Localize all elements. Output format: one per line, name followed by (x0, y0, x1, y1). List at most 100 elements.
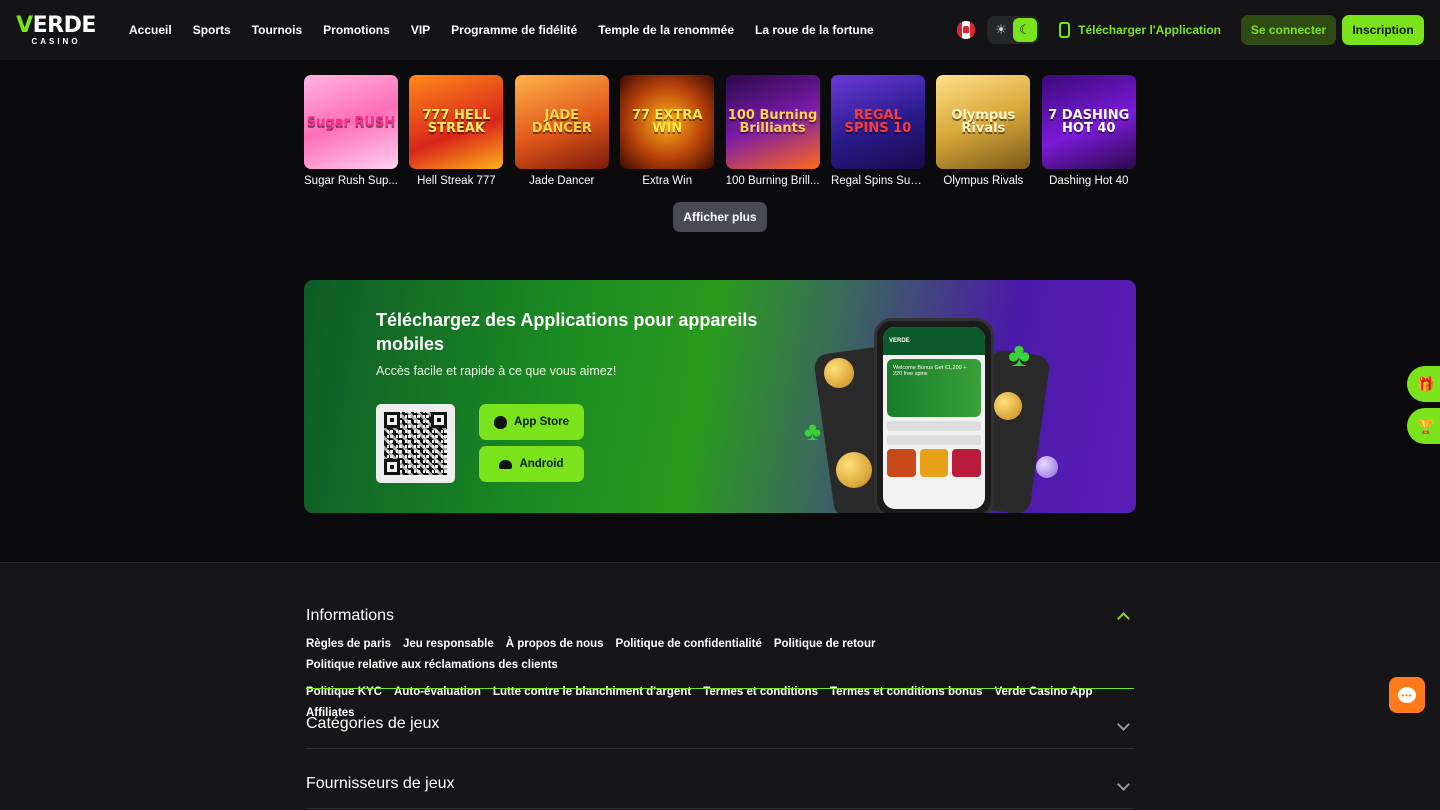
footer-game-categories[interactable]: Catégories de jeux (306, 715, 1134, 733)
divider (306, 808, 1134, 809)
clover-icon: ♣ (1008, 336, 1031, 374)
game-thumbnail[interactable]: 77 EXTRA WIN (620, 75, 715, 169)
app-store-label: App Store (514, 416, 569, 428)
coin-decoration (994, 392, 1022, 420)
chevron-up-icon[interactable] (1117, 612, 1130, 625)
game-thumbnail[interactable]: 777 HELL STREAK (409, 75, 504, 169)
gift-icon: 🎁 (1417, 375, 1435, 392)
game-name: Hell Streak 777 (417, 175, 496, 187)
nav-sports[interactable]: Sports (193, 23, 231, 37)
footer-informations: Informations Règles de paris Jeu responsa… (306, 607, 1134, 721)
footer: Informations Règles de paris Jeu responsa… (0, 562, 1440, 810)
banner-subtitle: Accès facile et rapide à ce que vous aim… (376, 364, 617, 378)
game-card[interactable]: 777 HELL STREAK Hell Streak 777 (409, 75, 504, 187)
verde-casino-logo[interactable]: VERDE CASINO (16, 12, 97, 46)
game-card[interactable]: 7 DASHING HOT 40 Dashing Hot 40 (1041, 75, 1136, 187)
game-name: Regal Spins Sun ... (830, 175, 925, 187)
footer-link[interactable]: Politique de retour (774, 637, 876, 652)
android-label: Android (519, 458, 564, 470)
game-name: Jade Dancer (529, 175, 595, 187)
logo-text: ERDE (32, 12, 97, 38)
informations-links: Règles de paris Jeu responsable À propos d… (306, 637, 1134, 721)
mobile-app-banner: Téléchargez des Applications pour appare… (304, 280, 1136, 513)
header-actions: ☀ ☾ Télécharger l'Application Se connect… (957, 15, 1424, 45)
nav-wheel-of-fortune[interactable]: La roue de la fortune (755, 23, 874, 37)
game-thumbnail[interactable]: REGAL SPINS 10 (830, 75, 925, 169)
games-row: Sugar RUSH Sugar Rush Sup... 777 HELL STRE… (304, 75, 1136, 187)
game-card[interactable]: REGAL SPINS 10 Regal Spins Sun ... (830, 75, 925, 187)
nav-loyalty[interactable]: Programme de fidélité (451, 23, 577, 37)
divider (306, 688, 1134, 689)
banner-title: Téléchargez des Applications pour appare… (376, 310, 758, 354)
game-name: Extra Win (642, 175, 693, 187)
android-button[interactable]: Android (479, 446, 584, 482)
nav-promotions[interactable]: Promotions (323, 23, 390, 37)
nav-vip[interactable]: VIP (411, 23, 430, 37)
nav-accueil[interactable]: Accueil (129, 23, 172, 37)
game-thumbnail[interactable]: 100 Burning Brilliants (725, 75, 820, 169)
game-card[interactable]: JADE DANCER Jade Dancer (514, 75, 609, 187)
nav-tournois[interactable]: Tournois (252, 23, 302, 37)
nav-hall-of-fame[interactable]: Temple de la renommée (598, 23, 734, 37)
register-button[interactable]: Inscription (1342, 15, 1424, 45)
game-art-title: 777 HELL STREAK (422, 108, 491, 136)
footer-link[interactable]: Règles de paris (306, 637, 391, 652)
page: VERDE CASINO Accueil Sports Tournois Pro… (0, 0, 1440, 810)
chevron-down-icon[interactable] (1117, 777, 1130, 791)
game-art-title: JADE DANCER (531, 108, 592, 136)
game-art-title: REGAL SPINS 10 (844, 108, 912, 136)
phone-icon (1059, 22, 1071, 38)
footer-link[interactable]: À propos de nous (506, 637, 604, 652)
footer-game-providers[interactable]: Fournisseurs de jeux (306, 775, 1134, 793)
game-card[interactable]: 100 Burning Brilliants 100 Burning Brill.… (725, 75, 820, 187)
login-button[interactable]: Se connecter (1241, 15, 1336, 45)
chat-button[interactable]: ••• (1389, 677, 1425, 713)
theme-toggle[interactable]: ☀ ☾ (987, 16, 1040, 44)
game-art-title: Sugar RUSH (306, 114, 396, 130)
footer-link[interactable]: Jeu responsable (403, 637, 494, 652)
logo-subtext: CASINO (31, 36, 81, 46)
app-store-button[interactable]: App Store (479, 404, 584, 440)
game-card[interactable]: Olympus Rivals Olympus Rivals (936, 75, 1031, 187)
game-art-title: 7 DASHING HOT 40 (1048, 108, 1130, 136)
game-card[interactable]: Sugar RUSH Sugar Rush Sup... (304, 75, 398, 187)
qr-code (376, 404, 455, 483)
phone-screen-header: VERDE (883, 327, 985, 355)
trophy-widget[interactable]: 🏆 (1407, 408, 1440, 444)
coin-decoration (836, 452, 872, 488)
trophy-icon: 🏆 (1417, 417, 1435, 434)
game-name: Olympus Rivals (943, 175, 1024, 187)
informations-header[interactable]: Informations (306, 607, 1134, 625)
download-app-link[interactable]: Télécharger l'Application (1059, 22, 1221, 38)
download-app-label: Télécharger l'Application (1078, 23, 1221, 37)
moon-icon[interactable]: ☾ (1013, 18, 1038, 42)
game-thumbnail[interactable]: JADE DANCER (514, 75, 609, 169)
coin-decoration (824, 358, 854, 388)
game-thumbnail[interactable]: 7 DASHING HOT 40 (1041, 75, 1136, 169)
game-thumbnail[interactable]: Olympus Rivals (936, 75, 1031, 169)
logo-letter-v: V (16, 12, 33, 38)
game-name: Sugar Rush Sup... (304, 175, 398, 187)
chat-icon: ••• (1398, 687, 1416, 703)
game-name: 100 Burning Brill... (725, 175, 820, 187)
top-header: VERDE CASINO Accueil Sports Tournois Pro… (0, 0, 1440, 60)
chevron-down-icon[interactable] (1117, 717, 1130, 731)
apple-icon (494, 415, 508, 429)
main-nav: Accueil Sports Tournois Promotions VIP P… (129, 23, 874, 37)
game-art-title: 100 Burning Brilliants (727, 108, 818, 136)
phone-screen-bonus: Welcome Bonus Get €1,200 + 220 free spin… (887, 359, 981, 417)
coin-decoration (1036, 456, 1058, 478)
game-categories-title: Catégories de jeux (306, 715, 440, 732)
show-more-button[interactable]: Afficher plus (673, 202, 767, 232)
footer-link[interactable]: Politique de confidentialité (616, 637, 762, 652)
game-thumbnail[interactable]: Sugar RUSH (304, 75, 398, 169)
game-providers-title: Fournisseurs de jeux (306, 775, 455, 792)
footer-link[interactable]: Politique relative aux réclamations des … (306, 658, 558, 673)
game-card[interactable]: 77 EXTRA WIN Extra Win (620, 75, 715, 187)
divider (306, 748, 1134, 749)
phone-illustration: VERDE Welcome Bonus Get €1,200 + 220 fre… (874, 318, 994, 513)
sun-icon[interactable]: ☀ (989, 18, 1013, 42)
canada-flag-icon[interactable] (957, 21, 976, 39)
gift-widget[interactable]: 🎁 (1407, 366, 1440, 402)
game-art-title: 77 EXTRA WIN (631, 108, 703, 136)
